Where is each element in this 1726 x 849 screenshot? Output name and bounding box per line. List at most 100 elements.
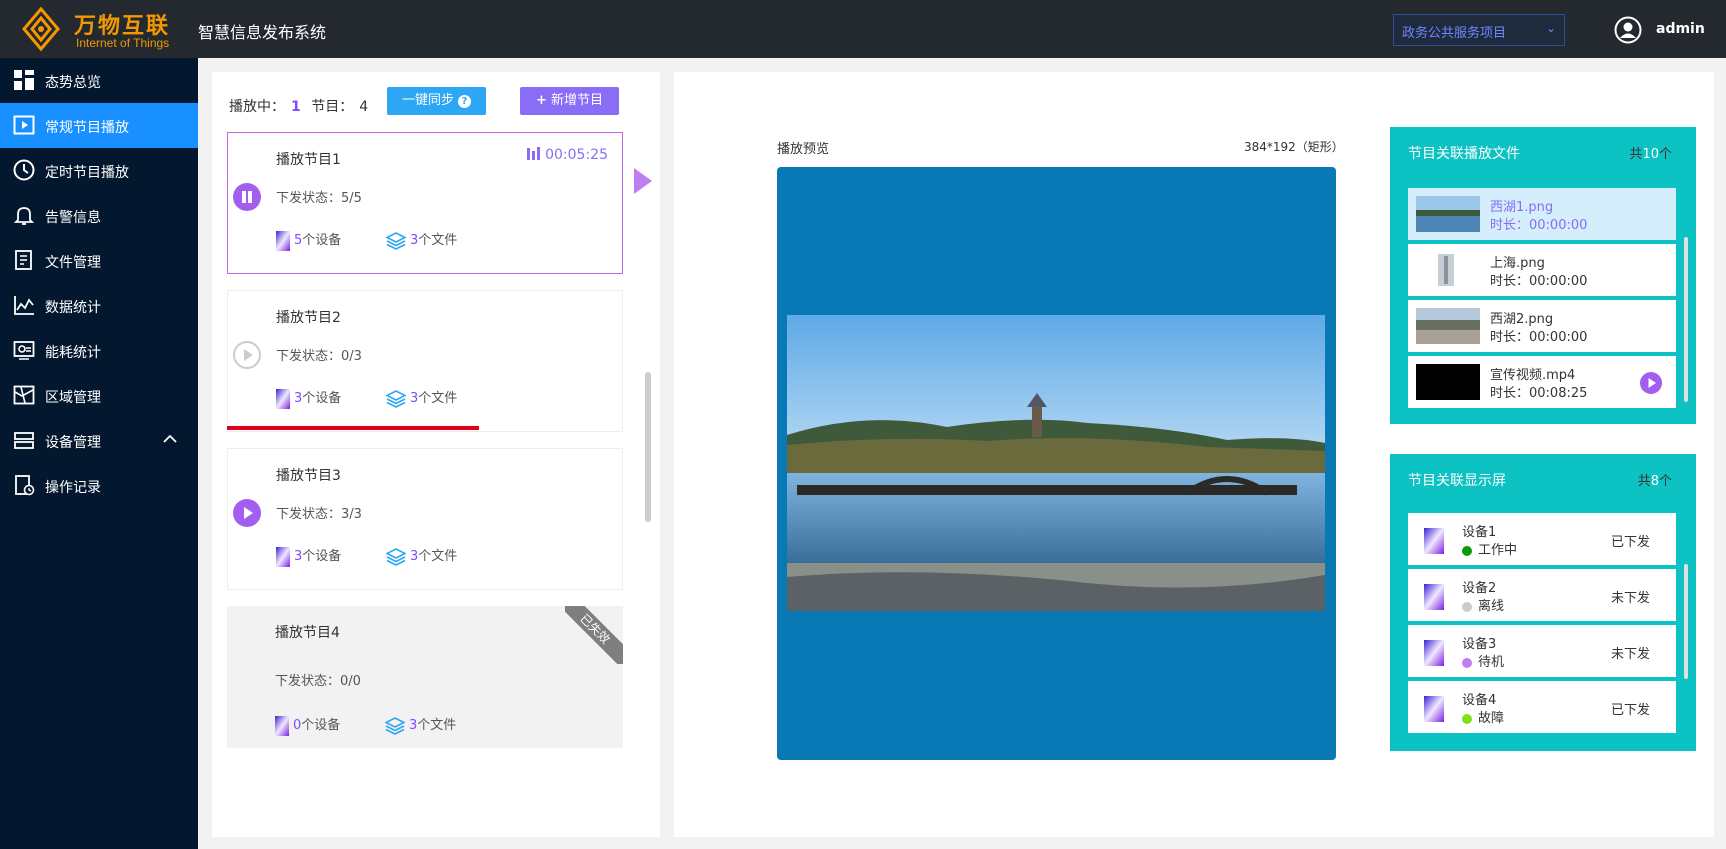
- program-status: 下发状态：5/5: [276, 191, 362, 206]
- playing-label: 播放中：: [229, 99, 285, 115]
- file-item[interactable]: 上海.png 时长：00:00:00: [1408, 244, 1676, 296]
- file-thumbnail: [1416, 364, 1480, 400]
- device-issued-status: 未下发: [1610, 591, 1650, 606]
- play-video-icon[interactable]: [1640, 372, 1662, 394]
- list-scrollbar[interactable]: [645, 372, 651, 522]
- chart-icon: [14, 296, 34, 315]
- sidebar-item-label: 数据统计: [45, 300, 101, 316]
- program-device-count[interactable]: 0个设备: [275, 714, 341, 736]
- sidebar-item-energy[interactable]: 能耗统计: [0, 328, 198, 373]
- count-value: 10: [1642, 147, 1659, 162]
- device-gradient-icon: [1424, 528, 1444, 554]
- program-file-count[interactable]: 3个文件: [385, 545, 457, 566]
- count-prefix: 共: [1629, 147, 1643, 162]
- user-name[interactable]: admin: [1656, 21, 1705, 37]
- status-dot: [1462, 713, 1472, 724]
- playing-count: 1: [291, 99, 301, 115]
- help-icon[interactable]: ?: [458, 95, 471, 108]
- program-file-count[interactable]: 3个文件: [385, 387, 457, 408]
- sync-all-label: 一键同步: [401, 93, 454, 108]
- add-program-label: 新增节目: [551, 93, 604, 108]
- file-name: 上海.png: [1490, 256, 1545, 271]
- sidebar-item-overview[interactable]: 态势总览: [0, 58, 198, 103]
- file-item[interactable]: 宣传视频.mp4 时长：00:08:25: [1408, 356, 1676, 408]
- sidebar-item-label: 区域管理: [45, 390, 101, 406]
- chevron-up-icon[interactable]: [162, 431, 178, 447]
- device-issued-status: 已下发: [1610, 703, 1650, 718]
- play-icon[interactable]: [233, 499, 261, 527]
- sidebar-item-regular-playback[interactable]: 常规节目播放: [0, 103, 198, 148]
- device-state: 工作中: [1462, 539, 1517, 558]
- sync-all-button[interactable]: 一键同步?: [387, 87, 486, 115]
- device-name: 设备4: [1462, 693, 1497, 708]
- expired-ribbon: 已失效: [565, 606, 623, 664]
- file-suffix: 个文件: [417, 718, 457, 733]
- device-name: 设备1: [1462, 525, 1497, 540]
- sidebar-item-label: 常规节目播放: [45, 120, 129, 136]
- file-item[interactable]: 西湖2.png 时长：00:00:00: [1408, 300, 1676, 352]
- sidebar-item-operation-log[interactable]: 操作记录: [0, 463, 198, 508]
- program-card[interactable]: 播放节目3 下发状态：3/3 3个设备 3个文件: [227, 448, 623, 590]
- pause-icon[interactable]: [233, 183, 261, 211]
- file-name: 西湖2.png: [1490, 312, 1554, 327]
- program-file-count[interactable]: 3个文件: [385, 229, 458, 250]
- project-select[interactable]: 政务公共服务项目 ⌄: [1393, 14, 1565, 46]
- device-gradient-icon: [1424, 640, 1444, 666]
- device-suffix: 个设备: [301, 718, 341, 733]
- chevron-down-icon: ⌄: [1545, 21, 1556, 35]
- user-avatar-icon[interactable]: [1614, 16, 1642, 44]
- device-item[interactable]: 设备4 故障 已下发: [1408, 681, 1676, 733]
- device-suffix: 个设备: [302, 549, 342, 564]
- clock-icon: [13, 159, 35, 181]
- sidebar-item-label: 态势总览: [45, 75, 101, 91]
- files-scrollbar[interactable]: [1684, 237, 1688, 402]
- program-label: 节目：: [311, 99, 354, 115]
- program-file-count[interactable]: 3个文件: [384, 714, 457, 735]
- sidebar-item-statistics[interactable]: 数据统计: [0, 283, 198, 328]
- energy-icon: [13, 341, 35, 360]
- program-device-count[interactable]: 3个设备: [276, 387, 342, 409]
- sidebar-item-label: 设备管理: [45, 435, 101, 451]
- device-state: 故障: [1462, 707, 1504, 726]
- device-state: 离线: [1462, 595, 1504, 614]
- program-card[interactable]: 播放节目2 下发状态：0/3 3个设备 3个文件: [227, 290, 623, 432]
- program-card[interactable]: 播放节目4 下发状态：0/0 已失效 0个设备 3个文件: [227, 606, 623, 748]
- sidebar-item-files[interactable]: 文件管理: [0, 238, 198, 283]
- program-device-count[interactable]: 3个设备: [276, 545, 342, 567]
- screens-scrollbar[interactable]: [1684, 564, 1688, 679]
- device-item[interactable]: 设备1 工作中 已下发: [1408, 513, 1676, 565]
- count-prefix: 共: [1637, 474, 1651, 489]
- project-select-value: 政务公共服务项目: [1402, 26, 1507, 41]
- program-title: 播放节目1: [276, 152, 341, 168]
- device-gradient-icon: [276, 546, 290, 567]
- sidebar-item-regions[interactable]: 区域管理: [0, 373, 198, 418]
- expand-arrow-icon[interactable]: [634, 168, 652, 194]
- sidebar-item-label: 操作记录: [45, 480, 101, 496]
- play-icon[interactable]: [233, 341, 261, 369]
- playing-bars-icon: [527, 147, 541, 160]
- preview-label: 播放预览: [777, 142, 830, 157]
- brand-tagline: Internet of Things: [76, 36, 170, 50]
- add-program-button[interactable]: + 新增节目: [520, 87, 619, 115]
- file-suffix: 个文件: [418, 233, 458, 248]
- preview-image: [787, 315, 1325, 611]
- sidebar-item-devices[interactable]: 设备管理: [0, 418, 198, 463]
- sidebar-item-alerts[interactable]: 告警信息: [0, 193, 198, 238]
- program-device-count[interactable]: 5个设备: [276, 229, 341, 251]
- program-card[interactable]: 播放节目1 00:05:25 下发状态：5/5 5个设备 3个文件: [227, 132, 623, 274]
- sidebar-item-scheduled-playback[interactable]: 定时节目播放: [0, 148, 198, 193]
- related-screens-panel: 节目关联显示屏 共8个 设备1 工作中 已下发 设备2 离线 未下发 设备3 待…: [1390, 454, 1696, 751]
- file-duration: 时长：00:00:00: [1490, 274, 1588, 289]
- device-item[interactable]: 设备3 待机 未下发: [1408, 625, 1676, 677]
- device-state-label: 离线: [1478, 599, 1505, 614]
- sidebar-item-label: 定时节目播放: [45, 165, 129, 181]
- status-dot: [1462, 545, 1472, 556]
- device-suffix: 个设备: [302, 391, 342, 406]
- program-title: 播放节目4: [275, 625, 340, 641]
- file-item[interactable]: 西湖1.png 时长：00:00:00: [1408, 188, 1676, 240]
- record-icon: [15, 475, 35, 496]
- count-value: 8: [1650, 474, 1659, 489]
- system-title: 智慧信息发布系统: [198, 23, 327, 42]
- device-item[interactable]: 设备2 离线 未下发: [1408, 569, 1676, 621]
- count-suffix: 个: [1658, 147, 1672, 162]
